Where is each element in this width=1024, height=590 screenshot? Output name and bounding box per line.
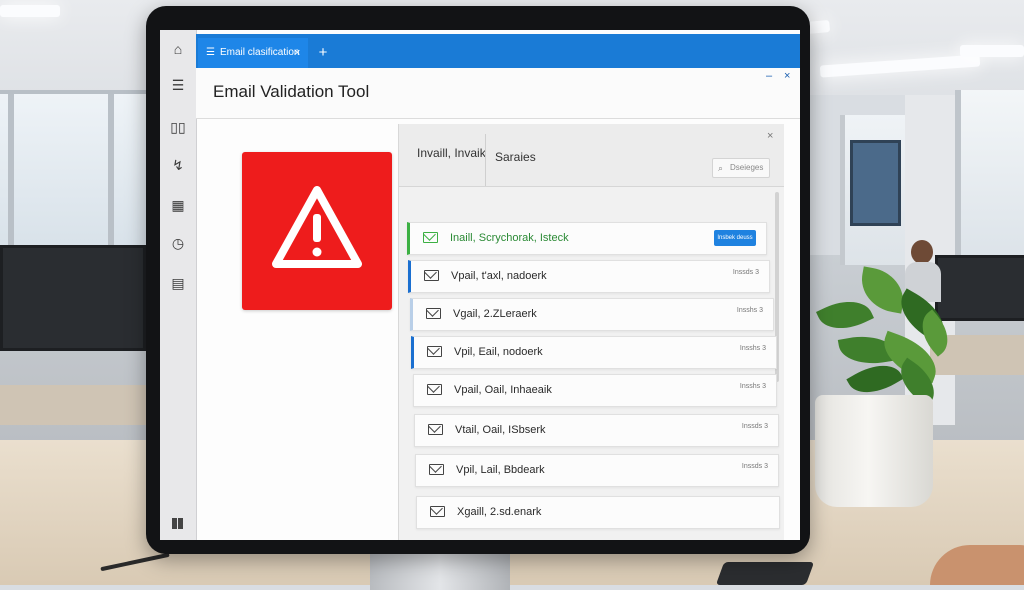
plant-pot — [815, 395, 933, 507]
envelope-icon — [423, 232, 438, 243]
window-close-button[interactable]: × — [784, 70, 790, 82]
envelope-icon — [430, 506, 445, 517]
office-window — [0, 90, 150, 264]
keyboard — [715, 562, 815, 585]
ceiling-light — [0, 5, 60, 17]
tab-menu-icon: ☰ — [206, 47, 215, 58]
background-desk — [0, 385, 150, 425]
row-status: Insshs 3 — [736, 307, 763, 314]
menu-icon[interactable]: ☰ — [169, 76, 187, 94]
email-text: Vpil, Eail, nodoerk — [454, 346, 543, 358]
tab-close-icon[interactable]: × — [294, 38, 300, 68]
ceiling-light — [960, 45, 1024, 57]
email-text: Inaill, Scrychorak, Isteck — [450, 232, 569, 244]
row-status: Insshs 3 — [739, 383, 766, 390]
email-row[interactable]: Vtail, Oail, ISbserk Inssds 3 — [414, 414, 779, 447]
row-status: Insshs 3 — [739, 345, 766, 352]
envelope-icon — [427, 384, 442, 395]
envelope-icon — [428, 424, 443, 435]
email-row[interactable]: Vpail, Oail, Inhaeaik Insshs 3 — [413, 374, 777, 407]
search-icon: ⌕ — [718, 163, 724, 173]
background-monitor — [0, 245, 146, 351]
panel-header: Invaill, Invaik Saraies × ⌕ Dseieges — [399, 124, 784, 187]
new-tab-button[interactable]: + — [312, 38, 334, 68]
email-text: Xgaill, 2.sd.enark — [457, 506, 542, 518]
search-box[interactable]: ⌕ Dseieges — [712, 158, 770, 178]
results-panel: Invaill, Invaik Saraies × ⌕ Dseieges Ina… — [398, 124, 784, 540]
row-status: Inssds 3 — [741, 423, 768, 430]
search-placeholder: Dseieges — [730, 163, 764, 172]
minimize-button[interactable]: – — [766, 70, 772, 82]
email-text: Vpail, t'axl, nadoerk — [451, 270, 547, 282]
email-text: Vpail, Oail, Inhaeaik — [454, 384, 552, 396]
warning-icon — [272, 186, 362, 268]
email-row[interactable]: Vpil, Eail, nodoerk Insshs 3 — [411, 336, 777, 369]
home-icon[interactable]: ⌂ — [169, 40, 187, 58]
windows-logo-icon[interactable] — [172, 518, 183, 529]
row-status: Inssds 3 — [732, 269, 759, 276]
window-title: Email Validation Tool — [213, 82, 370, 101]
email-row[interactable]: Inaill, Scrychorak, Isteck Insbek deuss — [407, 222, 767, 255]
tab-email-classification[interactable]: ☰ Email clasification × — [198, 38, 308, 68]
warning-tile — [242, 152, 392, 310]
email-row[interactable]: Vgail, 2.ZLeraerk Insshs 3 — [410, 298, 774, 331]
email-text: Vpil, Lail, Bbdeark — [456, 464, 545, 476]
activity-icon[interactable]: ↯ — [169, 156, 187, 174]
row-status: Inssds 3 — [741, 463, 768, 470]
side-rail: ⌂ ☰ ▯▯ ↯ ▦ ◷ ▤ — [160, 30, 197, 540]
app-screen: ⌂ ☰ ▯▯ ↯ ▦ ◷ ▤ ☰ Email clasification × +… — [160, 30, 800, 540]
envelope-icon — [424, 270, 439, 281]
book-icon[interactable]: ▯▯ — [169, 118, 187, 136]
email-row[interactable]: Vpil, Lail, Bbdeark Inssds 3 — [415, 454, 779, 487]
calendar-icon[interactable]: ▦ — [169, 196, 187, 214]
wall-poster — [850, 140, 901, 226]
email-row[interactable]: Xgaill, 2.sd.enark — [416, 496, 780, 529]
tab-divider — [485, 134, 486, 186]
files-icon[interactable]: ▤ — [169, 274, 187, 292]
panel-close-icon[interactable]: × — [767, 130, 773, 142]
window-header: Email Validation Tool – × — [196, 68, 800, 119]
tab-invalid[interactable]: Invaill, Invaik — [417, 146, 486, 160]
history-icon[interactable]: ◷ — [169, 234, 187, 252]
envelope-icon — [427, 346, 442, 357]
email-row[interactable]: Vpail, t'axl, nadoerk Inssds 3 — [408, 260, 770, 293]
tab-bar: ☰ Email clasification × + — [196, 34, 800, 68]
email-text: Vtail, Oail, ISbserk — [455, 424, 546, 436]
email-text: Vgail, 2.ZLeraerk — [453, 308, 537, 320]
office-window — [955, 90, 1024, 260]
row-action-button[interactable]: Insbek deuss — [714, 230, 756, 246]
envelope-icon — [426, 308, 441, 319]
tab-series[interactable]: Saraies — [495, 150, 536, 164]
background-monitor — [935, 255, 1024, 321]
envelope-icon — [429, 464, 444, 475]
tab-label: Email clasification — [220, 47, 300, 58]
